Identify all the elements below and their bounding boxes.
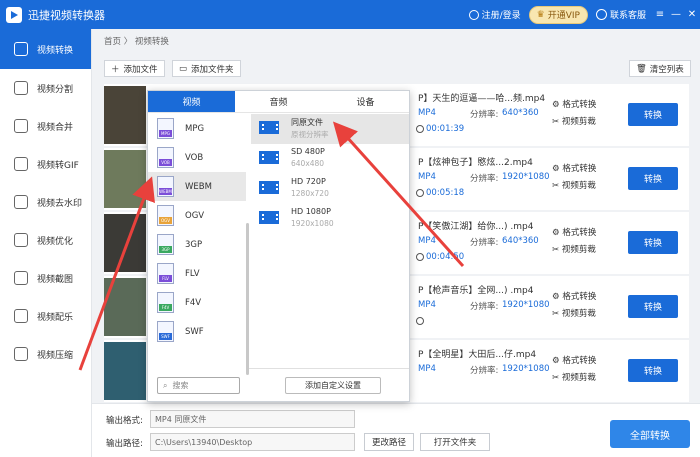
annotation-arrow-quality — [332, 121, 465, 268]
annotation-arrows — [78, 121, 465, 371]
annotation-arrow-format — [78, 176, 155, 371]
